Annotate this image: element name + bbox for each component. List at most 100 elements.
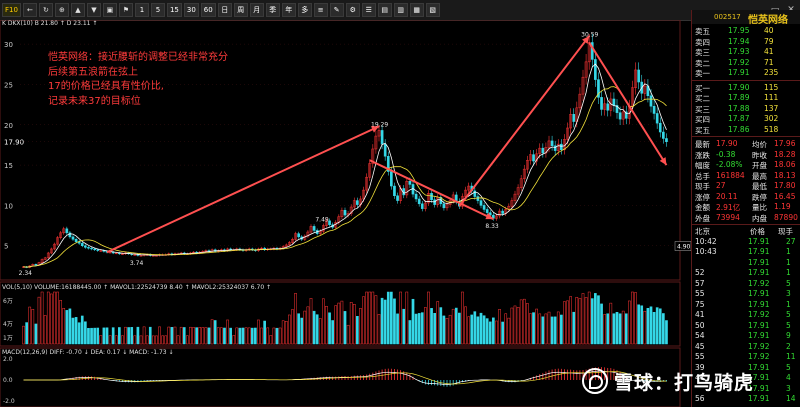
toolbar-button-6[interactable]: ⚑ (118, 3, 133, 17)
period-button-15[interactable]: ▤ (377, 3, 392, 17)
volume-bar (402, 308, 406, 345)
tick-volume: 14 (786, 394, 796, 403)
volume-bar (631, 291, 634, 345)
stat-value: 17.80 (774, 181, 796, 190)
volume-bar (340, 300, 344, 345)
candle (74, 239, 78, 242)
volume-bar (424, 307, 427, 345)
bid-row: 买二 17.89 111 (692, 93, 800, 104)
period-button-7[interactable]: 月 (249, 3, 264, 17)
tick-row: 52 17.91 1 (692, 268, 800, 279)
volume-bar (46, 291, 50, 345)
volume-bar (624, 313, 628, 345)
ask-price: 17.91 (728, 68, 750, 77)
period-button-4[interactable]: 60 (200, 3, 216, 17)
volume-bar (529, 313, 532, 345)
candle (501, 210, 504, 214)
volume-bar (161, 335, 164, 345)
volume-bar (436, 301, 440, 345)
volume-bar (198, 327, 202, 345)
volume-bar (526, 303, 529, 345)
volume-bar (408, 320, 412, 345)
toolbar-button-0[interactable]: ← (22, 3, 37, 17)
period-button-1[interactable]: 5 (150, 3, 165, 17)
price-label-low-left: 2.34 (19, 270, 33, 277)
candle (380, 130, 384, 145)
volume-bar (269, 335, 273, 345)
period-button-9[interactable]: 年 (281, 3, 296, 17)
toolbar-button-5[interactable]: ▣ (102, 3, 117, 17)
quote-panel: 002517 恺英网络 卖五 17.95 40 卖四 17.94 79 卖三 17.93 41 卖… (691, 10, 800, 407)
toolbar-button-3[interactable]: ▲ (70, 3, 85, 17)
volume-bar (167, 326, 171, 345)
volume-bar (365, 291, 368, 345)
period-button-3[interactable]: 30 (183, 3, 199, 17)
volume-bar (439, 307, 443, 345)
volume-bar (587, 291, 591, 345)
tick-volume: 1 (786, 247, 791, 256)
period-button-0[interactable]: 1 (134, 3, 149, 17)
ask-volume: 71 (764, 57, 774, 67)
ask-volume: 235 (764, 68, 779, 77)
candle (594, 59, 597, 80)
tick-time: 41 (695, 310, 705, 319)
stat-value: 2.91亿 (716, 203, 741, 212)
tick-price: 17.92 (748, 352, 770, 361)
period-button-2[interactable]: 15 (166, 3, 182, 17)
volume-bar (553, 316, 557, 345)
toolbar-button-4[interactable]: ▼ (86, 3, 101, 17)
volume-bar (142, 326, 146, 345)
period-button-13[interactable]: ⚙ (345, 3, 360, 17)
period-button-18[interactable]: ▧ (425, 3, 440, 17)
period-button-17[interactable]: ▦ (409, 3, 424, 17)
volume-bar (464, 306, 467, 345)
candle (618, 112, 622, 120)
candle (408, 180, 412, 185)
period-button-16[interactable]: ▥ (393, 3, 408, 17)
volume-bar (133, 335, 137, 345)
volume-bar (124, 326, 127, 345)
period-button-11[interactable]: ≡ (313, 3, 328, 17)
period-button-6[interactable]: 周 (233, 3, 248, 17)
volume-bar (560, 314, 563, 345)
candle (479, 200, 483, 206)
tick-time: 52 (695, 268, 705, 277)
volume-bar (467, 316, 470, 345)
candle (393, 185, 396, 196)
volume-bar (263, 320, 266, 345)
volume-bar (538, 313, 542, 345)
period-button-8[interactable]: 季 (265, 3, 280, 17)
volume-bar (643, 310, 647, 345)
tick-volume: 1 (786, 268, 791, 277)
volume-bar (368, 291, 372, 345)
stat-row: 金额 2.91亿 量比 1.19 (692, 202, 800, 213)
volume-bar (377, 314, 381, 345)
volume-bar (306, 306, 310, 345)
bid-row: 买五 17.86 518 (692, 125, 800, 136)
volume-bar (272, 327, 276, 345)
volume-bar (77, 322, 81, 345)
ask-label: 卖四 (695, 37, 710, 47)
volume-bar (461, 291, 464, 345)
volume-bar (254, 327, 257, 345)
tick-time: 54 (695, 331, 705, 340)
tick-volume: 1 (786, 299, 791, 309)
stat-key: 总手 (695, 171, 710, 181)
volume-bar (334, 305, 338, 345)
period-button-10[interactable]: 多 (297, 3, 312, 17)
period-button-14[interactable]: ☰ (361, 3, 376, 17)
period-button-12[interactable]: ✎ (329, 3, 344, 17)
volume-bar (136, 326, 140, 345)
volume-bar (371, 291, 375, 345)
toolbar-button-1[interactable]: ↻ (38, 3, 53, 17)
volume-bar (232, 335, 236, 345)
volume-bar (328, 312, 331, 345)
candle (396, 195, 399, 201)
bid-volume: 111 (764, 93, 779, 102)
stat-key: 开盘 (752, 161, 767, 170)
toolbar-button-2[interactable]: ⊕ (54, 3, 69, 17)
f10-button[interactable]: F10 (2, 3, 21, 17)
volume-bar (454, 307, 458, 345)
period-button-5[interactable]: 日 (217, 3, 232, 17)
volume-bar (433, 313, 436, 345)
